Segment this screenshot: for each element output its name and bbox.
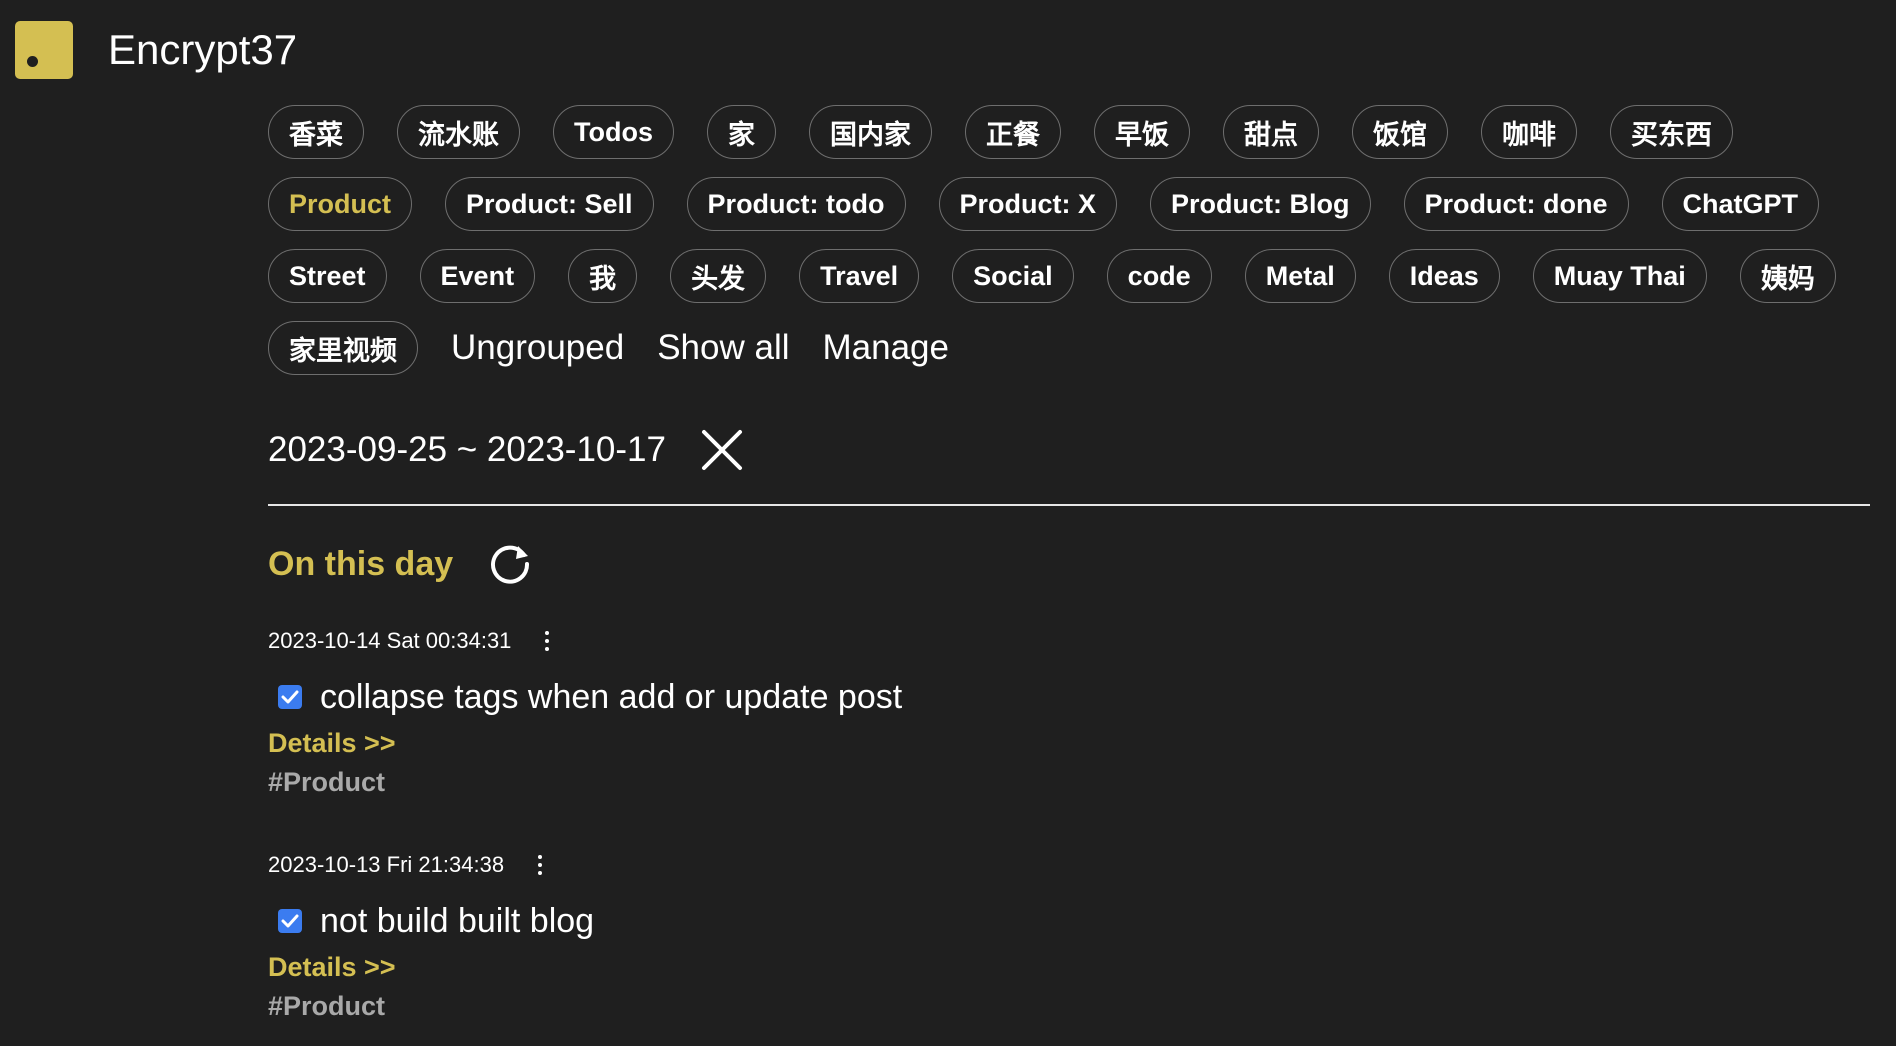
details-link[interactable]: Details >> [268, 948, 1870, 986]
app-title[interactable]: Encrypt37 [108, 24, 297, 76]
date-filter: 2023-09-25 ~ 2023-10-17 [268, 420, 744, 480]
tag-filter: 香菜 流水账 Todos 家 国内家 正餐 早饭 甜点 饭馆 咖啡 买东西 Pr… [268, 104, 1870, 376]
ungrouped-link[interactable]: Ungrouped [451, 328, 624, 368]
date-range-label[interactable]: 2023-09-25 ~ 2023-10-17 [268, 430, 666, 470]
tag-row-1: 香菜 流水账 Todos 家 国内家 正餐 早饭 甜点 饭馆 咖啡 买东西 [268, 104, 1870, 160]
post-body: collapse tags when add or update post [268, 670, 1870, 724]
post-text: not build built blog [320, 901, 595, 940]
on-this-day-header: On this day [268, 534, 533, 594]
tag-chip[interactable]: Product: done [1403, 177, 1629, 231]
tag-chip[interactable]: 咖啡 [1480, 105, 1577, 159]
manage-link[interactable]: Manage [823, 328, 949, 368]
tag-chip[interactable]: 头发 [670, 249, 767, 303]
tag-chip[interactable]: Event [419, 249, 536, 303]
tag-chip[interactable]: 姨妈 [1739, 249, 1836, 303]
tag-chip-active[interactable]: Product [268, 177, 413, 231]
tag-chip[interactable]: 正餐 [964, 105, 1061, 159]
more-vertical-icon[interactable] [541, 631, 553, 651]
top-bar: Encrypt37 [0, 0, 1896, 100]
tag-chip[interactable]: Ideas [1388, 249, 1500, 303]
tag-chip[interactable]: Street [268, 249, 387, 303]
post-timestamp: 2023-10-13 Fri 21:34:38 [268, 852, 505, 877]
tag-chip[interactable]: 饭馆 [1351, 105, 1448, 159]
tag-row-2: Product Product: Sell Product: todo Prod… [268, 176, 1870, 232]
tag-chip[interactable]: 流水账 [397, 105, 520, 159]
show-all-link[interactable]: Show all [657, 328, 789, 368]
tag-chip[interactable]: 我 [568, 249, 638, 303]
on-this-day-title: On this day [268, 544, 454, 583]
tag-chip[interactable]: code [1106, 249, 1212, 303]
refresh-icon[interactable] [487, 541, 533, 587]
app-logo-icon[interactable] [15, 21, 73, 79]
todo-checkbox[interactable] [278, 909, 302, 933]
tag-chip[interactable]: 国内家 [808, 105, 932, 159]
tag-chip[interactable]: Metal [1244, 249, 1356, 303]
tag-chip[interactable]: 甜点 [1222, 105, 1319, 159]
post-tag[interactable]: #Product [268, 986, 1870, 1026]
tag-chip[interactable]: Travel [799, 249, 920, 303]
more-vertical-icon[interactable] [534, 855, 546, 875]
tag-chip[interactable]: ChatGPT [1661, 177, 1820, 231]
post-text: collapse tags when add or update post [320, 677, 903, 716]
tag-chip[interactable]: 家里视频 [268, 321, 418, 375]
tag-chip[interactable]: 香菜 [268, 105, 364, 159]
post-tag[interactable]: #Product [268, 762, 1870, 802]
tag-chip[interactable]: 早饭 [1093, 105, 1190, 159]
tag-chip[interactable]: Product: todo [686, 177, 906, 231]
close-icon[interactable] [700, 428, 744, 472]
details-link[interactable]: Details >> [268, 724, 1870, 762]
tag-chip[interactable]: Todos [553, 105, 674, 159]
post-timestamp: 2023-10-14 Sat 00:34:31 [268, 628, 512, 653]
main-content: 香菜 流水账 Todos 家 国内家 正餐 早饭 甜点 饭馆 咖啡 买东西 Pr… [268, 104, 1870, 1021]
divider [268, 504, 1870, 506]
tag-row-3: Street Event 我 头发 Travel Social code Met… [268, 248, 1870, 304]
post-item: 2023-10-14 Sat 00:34:31 collapse tags wh… [268, 624, 1870, 802]
tag-chip[interactable]: 家 [706, 105, 776, 159]
post-meta: 2023-10-14 Sat 00:34:31 [268, 624, 1870, 658]
tag-chip[interactable]: Social [952, 249, 1074, 303]
tag-chip[interactable]: Muay Thai [1532, 249, 1707, 303]
post-meta: 2023-10-13 Fri 21:34:38 [268, 848, 1870, 882]
post-body: not build built blog [268, 894, 1870, 948]
tag-chip[interactable]: 买东西 [1609, 105, 1733, 159]
tag-row-4: 家里视频 Ungrouped Show all Manage [268, 320, 1870, 376]
todo-checkbox[interactable] [278, 685, 302, 709]
tag-chip[interactable]: Product: X [938, 177, 1118, 231]
tag-chip[interactable]: Product: Blog [1150, 177, 1371, 231]
post-item: 2023-10-13 Fri 21:34:38 not build built … [268, 848, 1870, 1026]
tag-chip[interactable]: Product: Sell [445, 177, 654, 231]
